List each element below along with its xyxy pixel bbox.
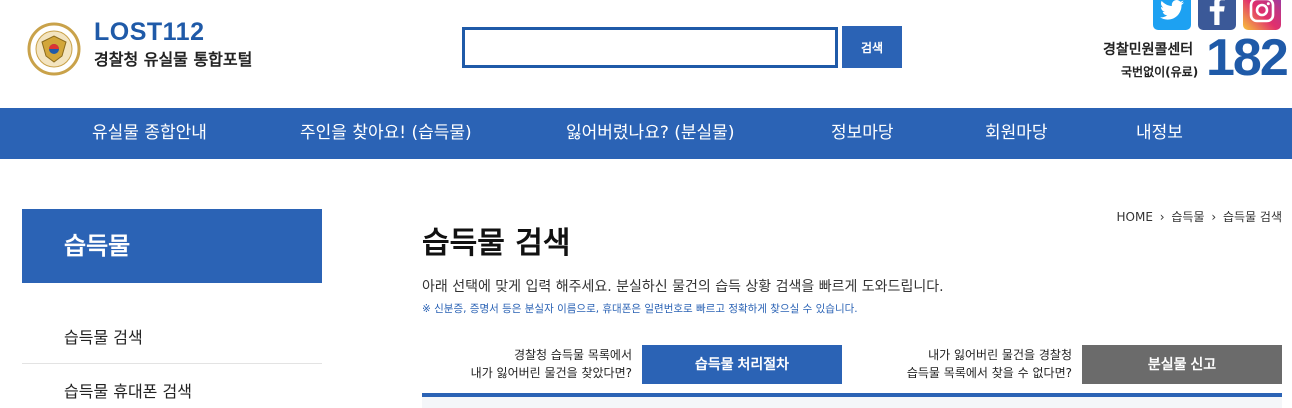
sidebar-item-phone-search[interactable]: 습득물 휴대폰 검색 [22,366,322,408]
breadcrumb-current: 습득물 검색 [1222,210,1282,224]
chevron-right-icon: › [1211,210,1217,224]
lost-report-button[interactable]: 분실물 신고 [1082,345,1282,384]
facebook-icon[interactable] [1198,0,1236,30]
page-description: 아래 선택에 맞게 입력 해주세요. 분실하신 물건의 습득 상황 검색을 빠르… [422,279,944,295]
callcenter-number: 182 [1206,29,1289,87]
breadcrumb-home[interactable]: HOME [1117,210,1153,224]
nav-item-guide[interactable]: 유실물 종합안내 [92,108,207,159]
header: LOST112 경찰청 유실물 통합포털 검색 경찰민원콜센터 국번없이(유료)… [0,0,1292,108]
sidebar-title: 습득물 [64,232,131,260]
left-prompt-line1: 경찰청 습득물 목록에서 [513,348,632,362]
right-prompt-line2: 습득물 목록에서 찾을 수 없다면? [906,366,1072,380]
search-panel [422,397,1282,408]
right-prompt: 내가 잃어버린 물건을 경찰청 습득물 목록에서 찾을 수 없다면? [862,346,1072,382]
nav-item-lost[interactable]: 잃어버렸나요? (분실물) [566,108,734,159]
logo-subtitle[interactable]: 경찰청 유실물 통합포털 [94,46,252,70]
logo-title[interactable]: LOST112 [94,18,205,47]
found-procedure-button[interactable]: 습득물 처리절차 [642,345,842,384]
callcenter-subtext: 국번없이(유료) [1121,65,1199,79]
left-prompt-line2: 내가 잃어버린 물건을 찾았다면? [470,366,632,380]
page-title: 습득물 검색 [422,226,571,261]
main-nav: 유실물 종합안내 주인을 찾아요! (습득물) 잃어버렸나요? (분실물) 정보… [0,108,1292,159]
nav-item-info[interactable]: 정보마당 [831,108,894,159]
nav-item-member[interactable]: 회원마당 [985,108,1048,159]
police-emblem-icon[interactable] [22,22,86,76]
chevron-right-icon: › [1159,210,1165,224]
sidebar-item-label: 습득물 검색 [64,328,143,347]
nav-item-found[interactable]: 주인을 찾아요! (습득물) [300,108,472,159]
left-prompt: 경찰청 습득물 목록에서 내가 잃어버린 물건을 찾았다면? [422,346,632,382]
nav-item-mypage[interactable]: 내정보 [1136,108,1183,159]
sidebar-item-label: 습득물 휴대폰 검색 [64,382,192,401]
breadcrumb: HOME › 습득물 › 습득물 검색 [1117,208,1282,225]
breadcrumb-found[interactable]: 습득물 [1171,210,1204,224]
search-button[interactable]: 검색 [842,26,902,68]
page-note: ※ 신분증, 증명서 등은 분실자 이름으로, 휴대폰은 일련번호로 빠르고 정… [422,303,858,315]
callcenter-label: 경찰민원콜센터 [1103,42,1194,58]
right-prompt-line1: 내가 잃어버린 물건을 경찰청 [928,348,1072,362]
sidebar-title-box: 습득물 [22,209,322,283]
sidebar-item-found-search[interactable]: 습득물 검색 [22,312,322,364]
search-input[interactable] [462,27,838,68]
instagram-icon[interactable] [1243,0,1281,30]
twitter-icon[interactable] [1153,0,1191,30]
